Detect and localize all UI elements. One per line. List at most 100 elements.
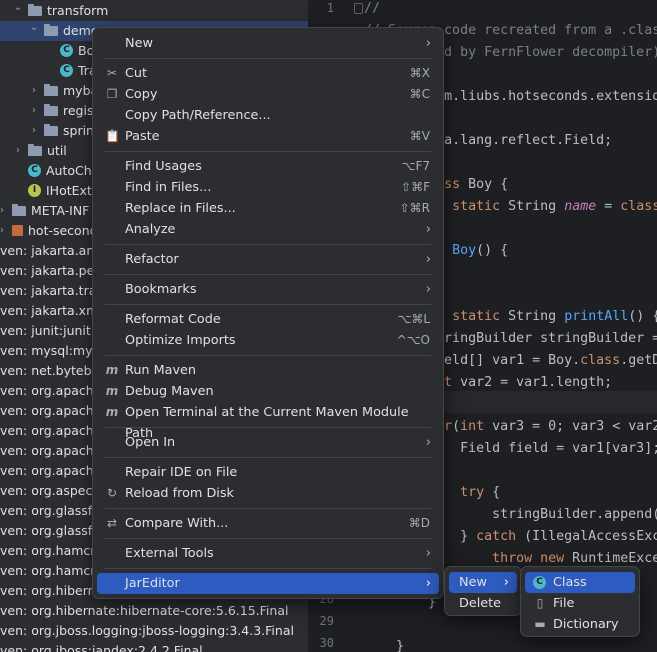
menu-item-compare-with[interactable]: ⇄ Compare With... ⌘D <box>97 513 439 534</box>
maven-run-icon: m <box>105 363 119 377</box>
tree-item-label: ven: jakarta.xml. <box>0 303 106 318</box>
menu-item-label: Bookmarks <box>125 282 197 297</box>
menu-item-repair-ide-on-file[interactable]: Repair IDE on File <box>97 462 439 483</box>
tree-row[interactable]: ven: org.jboss:jandex:2.4.2.Final <box>0 641 308 652</box>
chevron-down-icon[interactable]: ⌄ <box>28 18 40 38</box>
menu-item-label: Find in Files... <box>125 180 212 195</box>
chevron-right-icon[interactable]: › <box>28 121 40 141</box>
file-icon: ▯ <box>536 596 544 610</box>
menu-item-label: Delete <box>459 596 502 611</box>
menu-item-file[interactable]: ▯ File <box>525 593 635 614</box>
copy-icon: ❐ <box>106 87 118 101</box>
tree-item-label: META-INF <box>31 203 90 218</box>
folder-icon <box>44 124 58 136</box>
menu-item-delete[interactable]: Delete <box>449 593 517 614</box>
tree-row[interactable]: ven: org.hibernate:hibernate-core:5.6.15… <box>0 601 308 621</box>
chevron-right-icon[interactable]: › <box>12 141 24 161</box>
jar-icon <box>12 225 23 236</box>
submenu-arrow-icon: › <box>425 222 431 237</box>
context-menu: New › ✂ Cut ⌘X ❐ Copy ⌘C Copy Path/Reference... 📋… <box>92 27 444 599</box>
tree-item-label: ven: org.jboss.logging:jboss-logging:3.4… <box>0 623 294 638</box>
menu-item-reload-from-disk[interactable]: ↻ Reload from Disk <box>97 483 439 504</box>
menu-item-label: Class <box>553 575 587 590</box>
menu-item-bookmarks[interactable]: Bookmarks › <box>97 279 439 300</box>
tree-item-label: ven: org.jboss:jandex:2.4.2.Final <box>0 643 203 652</box>
menu-item-label: External Tools <box>125 546 214 561</box>
tree-item-label: ven: org.glassfis <box>0 523 103 538</box>
line-number: 30 <box>319 636 334 650</box>
fold-marker-icon[interactable] <box>354 3 363 14</box>
menu-item-reformat-code[interactable]: Reformat Code ⌥⌘L <box>97 309 439 330</box>
menu-item-label: Replace in Files... <box>125 201 236 216</box>
menu-item-find-usages[interactable]: Find Usages ⌥F7 <box>97 156 439 177</box>
menu-item-copy[interactable]: ❐ Copy ⌘C <box>97 84 439 105</box>
tree-item-label: ven: org.apache <box>0 463 102 478</box>
submenu-arrow-icon: › <box>425 576 431 591</box>
menu-item-jareditor[interactable]: JarEditor › <box>97 573 439 594</box>
menu-item-open-terminal-at-the-current-maven-module-path[interactable]: m Open Terminal at the Current Maven Modu… <box>97 402 439 441</box>
compare-icon: ⇄ <box>106 516 118 530</box>
reload-icon: ↻ <box>106 486 118 500</box>
tree-item-label: ven: net.bytebuc <box>0 363 107 378</box>
menu-item-refactor[interactable]: Refactor › <box>97 249 439 270</box>
menu-item-shortcut: ^⌥O <box>396 333 430 347</box>
tree-item-label: ven: org.apache <box>0 443 102 458</box>
class-icon: C <box>60 44 73 57</box>
menu-item-replace-in-files[interactable]: Replace in Files... ⇧⌘R <box>97 198 439 219</box>
tree-item-label: util <box>47 143 67 158</box>
tree-row[interactable]: ven: org.jboss.logging:jboss-logging:3.4… <box>0 621 308 641</box>
chevron-right-icon[interactable]: › <box>0 221 8 241</box>
menu-item-label: Run Maven <box>125 363 197 378</box>
menu-item-shortcut: ⌘D <box>408 516 430 530</box>
tree-item-label: ven: org.apache <box>0 383 102 398</box>
menu-item-label: Open In <box>125 435 176 450</box>
interface-icon: I <box>28 184 41 197</box>
menu-item-shortcut: ⇧⌘R <box>399 201 430 215</box>
submenu-arrow-icon: › <box>503 575 509 590</box>
submenu-arrow-icon: › <box>425 435 431 450</box>
chevron-right-icon[interactable]: › <box>28 81 40 101</box>
chevron-down-icon[interactable]: ⌄ <box>12 0 24 18</box>
chevron-right-icon[interactable]: › <box>28 101 40 121</box>
menu-item-paste[interactable]: 📋 Paste ⌘V <box>97 126 439 147</box>
paste-icon: 📋 <box>105 129 120 143</box>
menu-separator <box>105 355 431 356</box>
menu-item-cut[interactable]: ✂ Cut ⌘X <box>97 63 439 84</box>
folder-icon <box>12 204 26 216</box>
menu-item-new[interactable]: New › <box>97 33 439 54</box>
tree-item-label: ven: org.aspectj <box>0 483 101 498</box>
maven-terminal-icon: m <box>105 405 119 419</box>
menu-item-class[interactable]: C Class <box>525 572 635 593</box>
menu-item-find-in-files[interactable]: Find in Files... ⇧⌘F <box>97 177 439 198</box>
menu-item-shortcut: ⌘C <box>409 87 430 101</box>
menu-item-debug-maven[interactable]: m Debug Maven <box>97 381 439 402</box>
menu-separator <box>105 151 431 152</box>
tree-item-label: ven: mysql:mysq <box>0 343 107 358</box>
menu-item-dictionary[interactable]: ▬ Dictionary <box>525 614 635 635</box>
menu-item-shortcut: ⇧⌘F <box>401 180 430 194</box>
menu-separator <box>105 58 431 59</box>
menu-item-optimize-imports[interactable]: Optimize Imports ^⌥O <box>97 330 439 351</box>
menu-item-label: Copy <box>125 87 158 102</box>
menu-item-external-tools[interactable]: External Tools › <box>97 543 439 564</box>
menu-item-shortcut: ⌥⌘L <box>397 312 430 326</box>
tree-row[interactable]: ⌄ transform <box>0 1 308 21</box>
folder-icon: ▬ <box>534 617 546 631</box>
menu-item-run-maven[interactable]: m Run Maven <box>97 360 439 381</box>
menu-item-copy-path-reference[interactable]: Copy Path/Reference... <box>97 105 439 126</box>
menu-separator <box>105 427 431 428</box>
tree-item-label: ven: org.apache <box>0 423 102 438</box>
menu-item-label: Paste <box>125 129 160 144</box>
submenu-arrow-icon: › <box>425 252 431 267</box>
menu-item-analyze[interactable]: Analyze › <box>97 219 439 240</box>
new-submenu: C Class ▯ File ▬ Dictionary <box>520 566 640 637</box>
code-line: } <box>364 639 405 652</box>
menu-item-open-in[interactable]: Open In › <box>97 432 439 453</box>
chevron-right-icon[interactable]: › <box>0 201 8 221</box>
menu-separator <box>105 538 431 539</box>
menu-item-new[interactable]: New › <box>449 572 517 593</box>
tree-item-label: ven: org.hamcre <box>0 563 103 578</box>
submenu-arrow-icon: › <box>425 282 431 297</box>
tree-item-label: ven: org.hibernа <box>0 583 104 598</box>
menu-item-label: New <box>459 575 487 590</box>
